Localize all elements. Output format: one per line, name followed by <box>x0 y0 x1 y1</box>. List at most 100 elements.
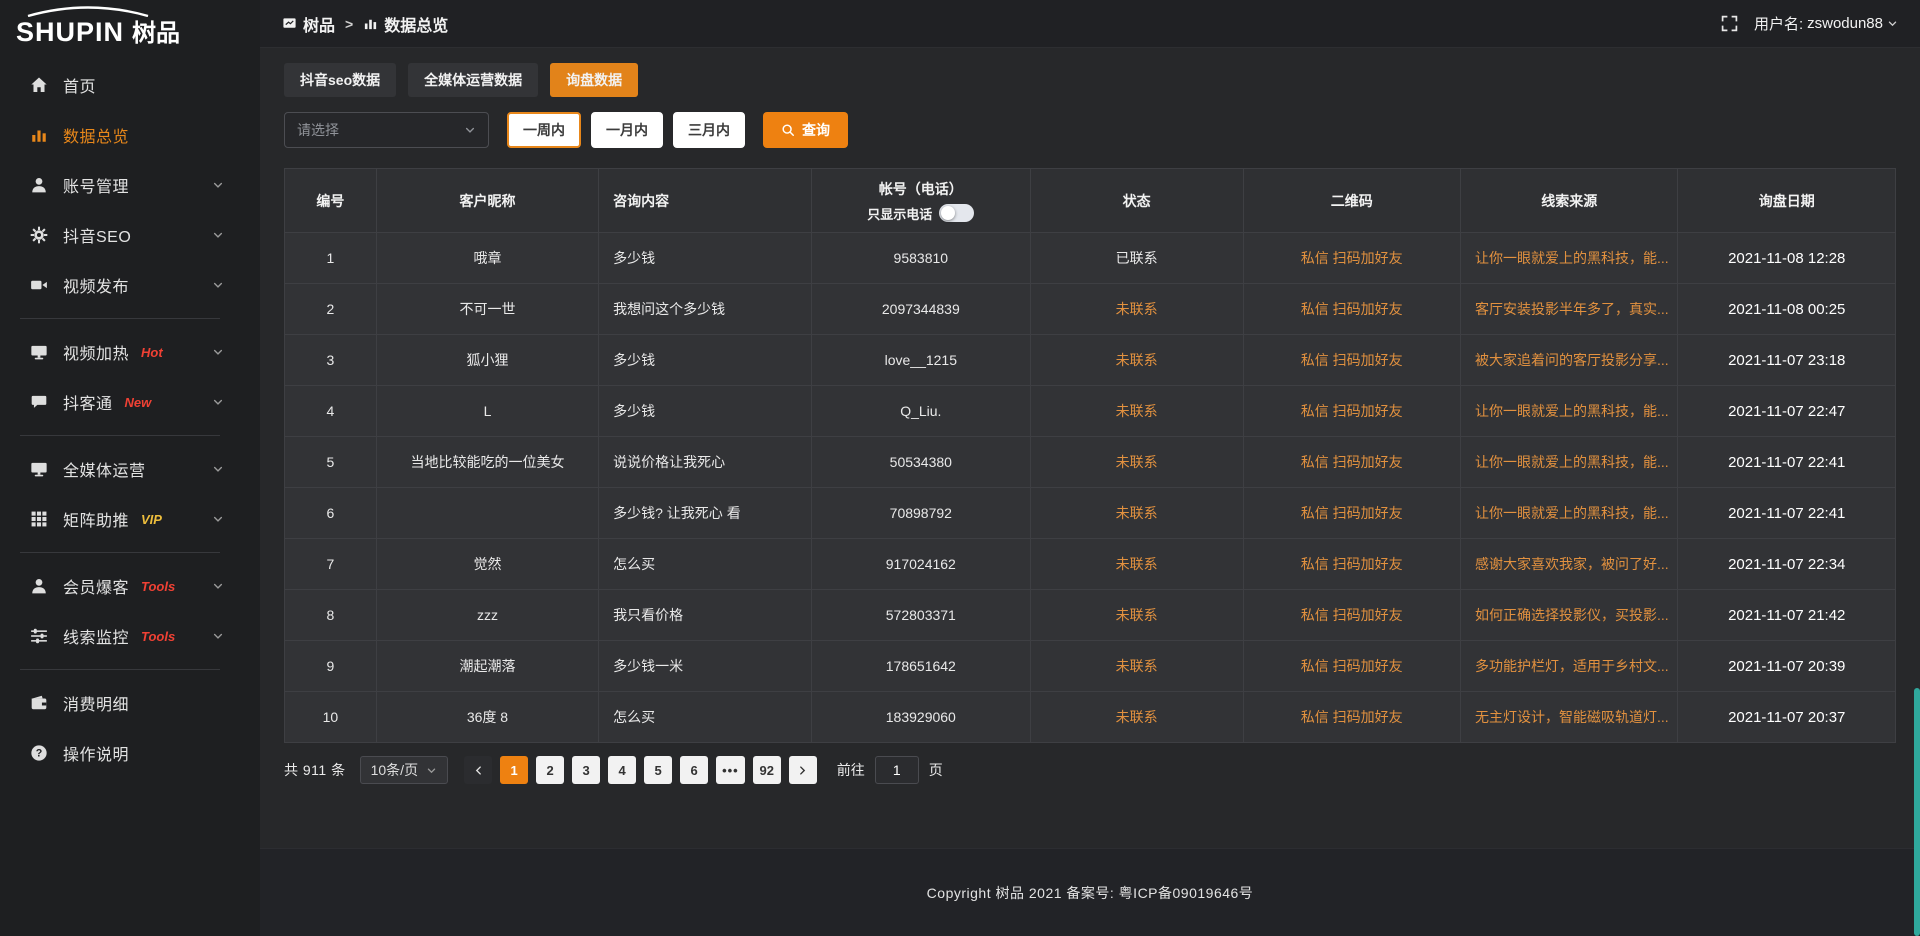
cell-source[interactable]: 让你一眼就爱上的黑科技，能... <box>1460 437 1677 488</box>
column-label: 二维码 <box>1331 193 1373 209</box>
period-button-three-month[interactable]: 三月内 <box>673 112 745 148</box>
cell-source[interactable]: 让你一眼就爱上的黑科技，能... <box>1460 488 1677 539</box>
cell-source[interactable]: 感谢大家喜欢我家，被问了好... <box>1460 539 1677 590</box>
sidebar-item-home[interactable]: 首页 <box>0 60 260 110</box>
sidebar-item-video-publish[interactable]: 视频发布 <box>0 260 260 310</box>
chat-icon <box>30 393 48 411</box>
breadcrumb-current[interactable]: 数据总览 <box>363 12 448 36</box>
sidebar-item-clue-monitor[interactable]: 线索监控Tools <box>0 611 260 661</box>
cell-source[interactable]: 让你一眼就爱上的黑科技，能... <box>1460 233 1677 284</box>
column-label: 状态 <box>1123 193 1151 209</box>
username-label: 用户名: <box>1754 13 1803 34</box>
cell-qr[interactable]: 私信 扫码加好友 <box>1243 488 1460 539</box>
sidebar-item-badge: Hot <box>141 345 163 360</box>
tab-media-operation-data[interactable]: 全媒体运营数据 <box>408 63 538 97</box>
period-button-one-week[interactable]: 一周内 <box>507 112 581 148</box>
user-menu[interactable]: 用户名: zswodun88 <box>1754 13 1898 34</box>
sidebar-item-member-burst[interactable]: 会员爆客Tools <box>0 561 260 611</box>
page-button-92[interactable]: 92 <box>753 756 781 784</box>
column-label: 线索来源 <box>1541 193 1597 209</box>
sidebar-item-data-overview[interactable]: 数据总览 <box>0 110 260 160</box>
cell-source[interactable]: 被大家追着问的客厅投影分享... <box>1460 335 1677 386</box>
table-row: 5当地比较能吃的一位美女说说价格让我死心50534380未联系私信 扫码加好友让… <box>285 437 1896 488</box>
cell-qr[interactable]: 私信 扫码加好友 <box>1243 233 1460 284</box>
scrollbar-thumb[interactable] <box>1914 688 1920 936</box>
prev-page-button[interactable] <box>464 756 492 784</box>
next-page-button[interactable] <box>789 756 817 784</box>
cell-account: 9583810 <box>811 233 1030 284</box>
page-size-select[interactable]: 10条/页 <box>360 756 448 784</box>
cell-no: 4 <box>285 386 377 437</box>
chevron-right-icon <box>797 765 808 776</box>
cell-source[interactable]: 客厅安装投影半年多了，真实... <box>1460 284 1677 335</box>
sidebar-item-operation-guide[interactable]: ?操作说明 <box>0 728 260 778</box>
sidebar-item-account-manage[interactable]: 账号管理 <box>0 160 260 210</box>
period-button-one-month[interactable]: 一月内 <box>591 112 663 148</box>
column-label: 帐号（电话） <box>879 179 963 199</box>
breadcrumb-root[interactable]: 树品 <box>282 12 335 36</box>
cell-date: 2021-11-07 21:42 <box>1678 590 1896 641</box>
cell-account: Q_Liu. <box>811 386 1030 437</box>
cell-source[interactable]: 多功能护栏灯，适用于乡村文... <box>1460 641 1677 692</box>
page-button-1[interactable]: 1 <box>500 756 528 784</box>
grid-icon <box>30 510 48 528</box>
page-button-5[interactable]: 5 <box>644 756 672 784</box>
table-header-row: 编号客户昵称咨询内容帐号（电话）只显示电话状态二维码线索来源询盘日期 <box>285 169 1896 233</box>
cell-content: 多少钱? 让我死心 看 <box>599 488 812 539</box>
cell-content: 我想问这个多少钱 <box>599 284 812 335</box>
inquiry-table: 编号客户昵称咨询内容帐号（电话）只显示电话状态二维码线索来源询盘日期 1哦章多少… <box>284 168 1896 743</box>
page-ellipsis-button[interactable]: ••• <box>716 756 745 784</box>
cell-source[interactable]: 如何正确选择投影仪，买投影... <box>1460 590 1677 641</box>
sidebar-item-video-heat[interactable]: 视频加热Hot <box>0 327 260 377</box>
column-header-content: 咨询内容 <box>599 169 812 233</box>
cell-source[interactable]: 无主灯设计，智能磁吸轨道灯... <box>1460 692 1677 743</box>
cell-qr[interactable]: 私信 扫码加好友 <box>1243 335 1460 386</box>
search-button[interactable]: 查询 <box>763 112 848 148</box>
goto-page-input[interactable] <box>875 756 919 784</box>
fullscreen-icon[interactable] <box>1721 15 1738 32</box>
chevron-down-icon <box>426 765 437 776</box>
cell-date: 2021-11-07 20:39 <box>1678 641 1896 692</box>
column-label: 编号 <box>316 193 344 209</box>
column-header-account: 帐号（电话）只显示电话 <box>811 169 1030 233</box>
cell-status: 未联系 <box>1030 488 1243 539</box>
cell-content: 多少钱 <box>599 335 812 386</box>
goto-suffix: 页 <box>929 760 943 780</box>
footer: Copyright 树品 2021 备案号: 粤ICP备09019646号 <box>260 848 1920 936</box>
cell-qr[interactable]: 私信 扫码加好友 <box>1243 386 1460 437</box>
cell-status: 未联系 <box>1030 539 1243 590</box>
page-button-3[interactable]: 3 <box>572 756 600 784</box>
sidebar-divider <box>20 552 220 553</box>
cell-qr[interactable]: 私信 扫码加好友 <box>1243 539 1460 590</box>
page-button-6[interactable]: 6 <box>680 756 708 784</box>
cell-qr[interactable]: 私信 扫码加好友 <box>1243 692 1460 743</box>
chevron-down-icon <box>1887 18 1898 29</box>
cell-qr[interactable]: 私信 扫码加好友 <box>1243 284 1460 335</box>
cell-qr[interactable]: 私信 扫码加好友 <box>1243 437 1460 488</box>
page-button-2[interactable]: 2 <box>536 756 564 784</box>
chevron-down-icon <box>212 630 224 642</box>
sidebar-item-label: 抖音SEO <box>63 223 131 247</box>
cell-status: 未联系 <box>1030 590 1243 641</box>
sidebar-item-label: 视频发布 <box>63 273 129 297</box>
tab-douyin-seo-data[interactable]: 抖音seo数据 <box>284 63 396 97</box>
sidebar-item-matrix-boost[interactable]: 矩阵助推VIP <box>0 494 260 544</box>
sidebar-item-media-operation[interactable]: 全媒体运营 <box>0 444 260 494</box>
phone-only-toggle[interactable] <box>939 204 974 222</box>
page-button-4[interactable]: 4 <box>608 756 636 784</box>
tab-inquiry-data[interactable]: 询盘数据 <box>550 63 638 97</box>
breadcrumb: 树品 > 数据总览 <box>282 12 448 36</box>
sidebar-item-consume-detail[interactable]: 消费明细 <box>0 678 260 728</box>
cell-qr[interactable]: 私信 扫码加好友 <box>1243 641 1460 692</box>
sliders-icon <box>30 627 48 645</box>
chevron-down-icon <box>464 124 476 136</box>
sidebar-item-label: 全媒体运营 <box>63 457 146 481</box>
sidebar-item-douyin-seo[interactable]: 抖音SEO <box>0 210 260 260</box>
filter-select[interactable]: 请选择 <box>284 112 489 148</box>
chevron-down-icon <box>212 463 224 475</box>
cell-date: 2021-11-07 22:41 <box>1678 437 1896 488</box>
cell-source[interactable]: 让你一眼就爱上的黑科技，能... <box>1460 386 1677 437</box>
cell-qr[interactable]: 私信 扫码加好友 <box>1243 590 1460 641</box>
sidebar-item-doukeTong[interactable]: 抖客通New <box>0 377 260 427</box>
period-buttons: 一周内一月内三月内 <box>489 112 745 148</box>
